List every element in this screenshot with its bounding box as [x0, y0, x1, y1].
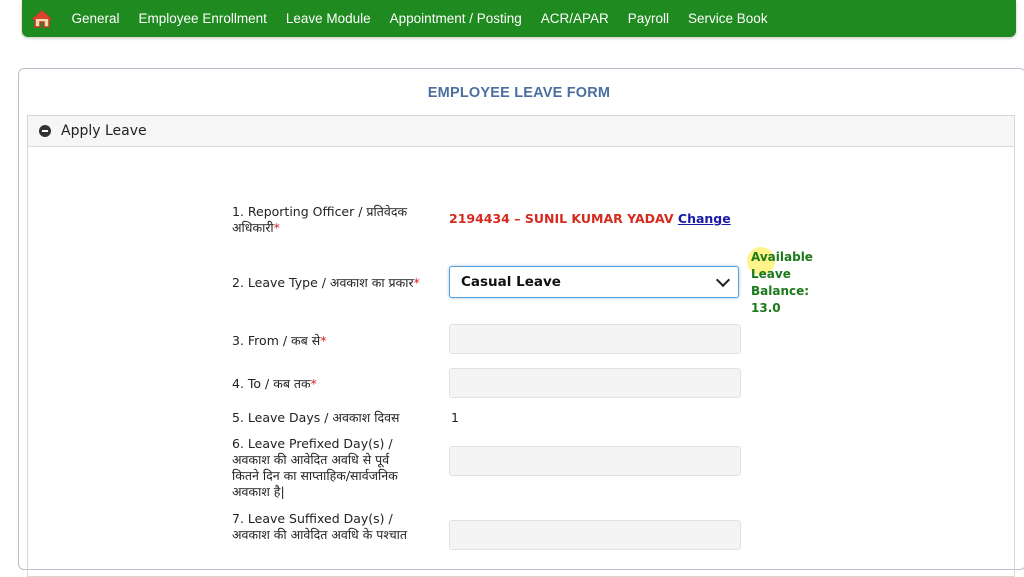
prefixed-days-label: 6. Leave Prefixed Day(s) / अवकाश की आवेद…: [232, 436, 398, 499]
nav-leave-module[interactable]: Leave Module: [276, 0, 380, 37]
leave-form-panel: EMPLOYEE LEAVE FORM Apply Leave: [18, 68, 1024, 577]
nav-appointment-posting[interactable]: Appointment / Posting: [380, 0, 531, 37]
reporting-officer-value: 2194434 – SUNIL KUMAR YADAV Change: [449, 211, 731, 226]
nav-general[interactable]: General: [62, 0, 129, 37]
to-label: 4. To / कब तक*: [232, 376, 317, 391]
nav-employee-enrollment[interactable]: Employee Enrollment: [129, 0, 276, 37]
home-button[interactable]: [22, 0, 62, 37]
nav-service-book[interactable]: Service Book: [679, 0, 778, 37]
collapse-icon[interactable]: [39, 125, 51, 137]
leave-days-value: 1: [451, 410, 459, 425]
from-date-input[interactable]: [449, 324, 741, 354]
suffixed-days-label: 7. Leave Suffixed Day(s) / अवकाश की आवेद…: [232, 511, 408, 542]
section-label: Apply Leave: [61, 123, 147, 139]
leave-type-label: 2. Leave Type / अवकाश का प्रकार*: [232, 275, 420, 290]
top-nav-bar: General Employee Enrollment Leave Module…: [22, 0, 1016, 37]
form-title: EMPLOYEE LEAVE FORM: [427, 85, 611, 101]
from-label: 3. From / कब से*: [232, 333, 327, 348]
nav-acr-apar[interactable]: ACR/APAR: [531, 0, 618, 37]
available-leave-balance: Available Leave Balance: 13.0: [751, 250, 813, 315]
chevron-down-icon: [715, 272, 731, 288]
leave-type-select[interactable]: Casual Leave: [449, 266, 739, 298]
leave-days-label: 5. Leave Days / अवकाश दिवस: [232, 410, 400, 425]
required-mark: *: [320, 333, 327, 348]
to-date-input[interactable]: [449, 368, 741, 398]
prefixed-days-input[interactable]: [449, 446, 741, 476]
change-officer-link[interactable]: Change: [678, 211, 731, 226]
apply-leave-header[interactable]: Apply Leave: [28, 116, 1014, 147]
required-mark: *: [310, 376, 317, 391]
required-mark: *: [413, 275, 420, 290]
home-icon: [32, 9, 52, 28]
suffixed-days-input[interactable]: [449, 520, 741, 550]
required-mark: *: [273, 220, 280, 235]
leave-type-value: Casual Leave: [461, 274, 561, 290]
reporting-officer-label: 1. Reporting Officer / प्रतिवेदक अधिकारी…: [232, 204, 408, 235]
nav-payroll[interactable]: Payroll: [618, 0, 678, 37]
